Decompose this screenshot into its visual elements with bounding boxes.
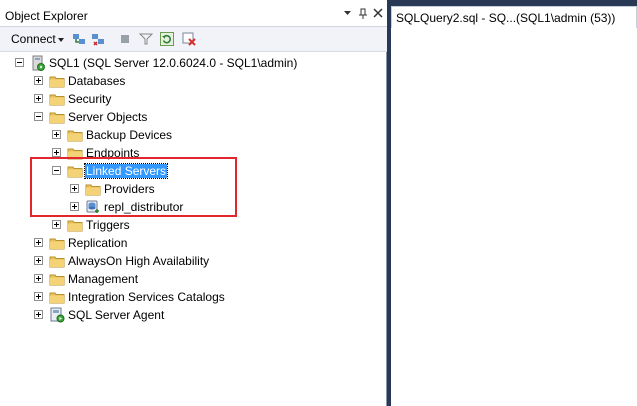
- folder-icon: [49, 91, 65, 107]
- folder-icon: [67, 163, 83, 179]
- pin-icon[interactable]: [356, 8, 369, 20]
- editor-area: SQLQuery2.sql - SQ...(SQL1\admin (53)): [387, 0, 637, 406]
- ssms-window: Object Explorer Connect SQL1 (SQL Server…: [0, 0, 637, 406]
- tree-label-security: Security: [68, 92, 112, 106]
- tree-label-repl-distributor: repl_distributor: [104, 200, 184, 214]
- tree-label-server-objects: Server Objects: [68, 110, 148, 124]
- folder-icon: [67, 145, 83, 161]
- collapse-icon[interactable]: [15, 58, 24, 67]
- tree-label-server: SQL1 (SQL Server 12.0.6024.0 - SQL1\admi…: [49, 56, 298, 70]
- expand-icon[interactable]: [34, 94, 43, 103]
- collapse-icon[interactable]: [34, 112, 43, 121]
- expand-icon[interactable]: [52, 148, 61, 157]
- disconnect-icon[interactable]: [91, 32, 105, 46]
- tree-label-endpoints: Endpoints: [86, 146, 140, 160]
- folder-icon: [49, 109, 65, 125]
- server-icon: [30, 55, 46, 71]
- tree-label-management: Management: [68, 272, 139, 286]
- expand-icon[interactable]: [34, 256, 43, 265]
- object-explorer-titlebar: Object Explorer: [0, 0, 387, 27]
- expand-icon[interactable]: [70, 202, 79, 211]
- folder-icon: [49, 271, 65, 287]
- connect-icon[interactable]: [72, 32, 86, 46]
- tree-label-alwayson: AlwaysOn High Availability: [68, 254, 210, 268]
- connect-button[interactable]: Connect: [11, 32, 64, 46]
- connect-label: Connect: [11, 32, 56, 46]
- filter-icon[interactable]: [138, 32, 154, 46]
- expand-icon[interactable]: [34, 292, 43, 301]
- close-icon[interactable]: [371, 8, 384, 20]
- tab-sqlquery2[interactable]: SQLQuery2.sql - SQ...(SQL1\admin (53)): [391, 6, 637, 28]
- tree-label-integration-services: Integration Services Catalogs: [68, 290, 225, 304]
- folder-icon: [67, 127, 83, 143]
- refresh-icon[interactable]: [160, 32, 174, 46]
- folder-icon: [49, 289, 65, 305]
- tree-label-providers: Providers: [104, 182, 155, 196]
- expand-icon[interactable]: [34, 76, 43, 85]
- tree-label-backup-devices: Backup Devices: [86, 128, 173, 142]
- chevron-down-icon: [57, 37, 64, 42]
- tree-label-replication: Replication: [68, 236, 128, 250]
- linked-server-icon: [85, 199, 101, 215]
- folder-icon: [85, 181, 101, 197]
- expand-icon[interactable]: [34, 238, 43, 247]
- object-explorer-toolbar: Connect: [0, 27, 387, 52]
- expand-icon[interactable]: [34, 274, 43, 283]
- expand-icon[interactable]: [70, 184, 79, 193]
- stop-icon[interactable]: [118, 32, 132, 46]
- tree-label-sql-server-agent: SQL Server Agent: [68, 308, 165, 322]
- object-explorer-tree: SQL1 (SQL Server 12.0.6024.0 - SQL1\admi…: [0, 52, 386, 406]
- expand-icon[interactable]: [52, 220, 61, 229]
- object-explorer-panel: Object Explorer Connect SQL1 (SQL Server…: [0, 0, 387, 406]
- tree-label-linked-servers: Linked Servers: [83, 163, 169, 179]
- folder-icon: [67, 217, 83, 233]
- folder-icon: [49, 235, 65, 251]
- tree-label-databases: Databases: [68, 74, 126, 88]
- expand-icon[interactable]: [52, 130, 61, 139]
- object-explorer-title: Object Explorer: [5, 9, 88, 23]
- tab-label: SQLQuery2.sql - SQ...(SQL1\admin (53)): [396, 11, 616, 25]
- tree-label-triggers: Triggers: [86, 218, 130, 232]
- folder-icon: [49, 253, 65, 269]
- collapse-icon[interactable]: [52, 166, 61, 175]
- folder-icon: [49, 73, 65, 89]
- activity-monitor-icon[interactable]: [182, 32, 196, 46]
- sql-agent-icon: [49, 307, 65, 323]
- query-editor[interactable]: [391, 28, 637, 406]
- expand-icon[interactable]: [34, 310, 43, 319]
- dropdown-icon[interactable]: [341, 8, 354, 20]
